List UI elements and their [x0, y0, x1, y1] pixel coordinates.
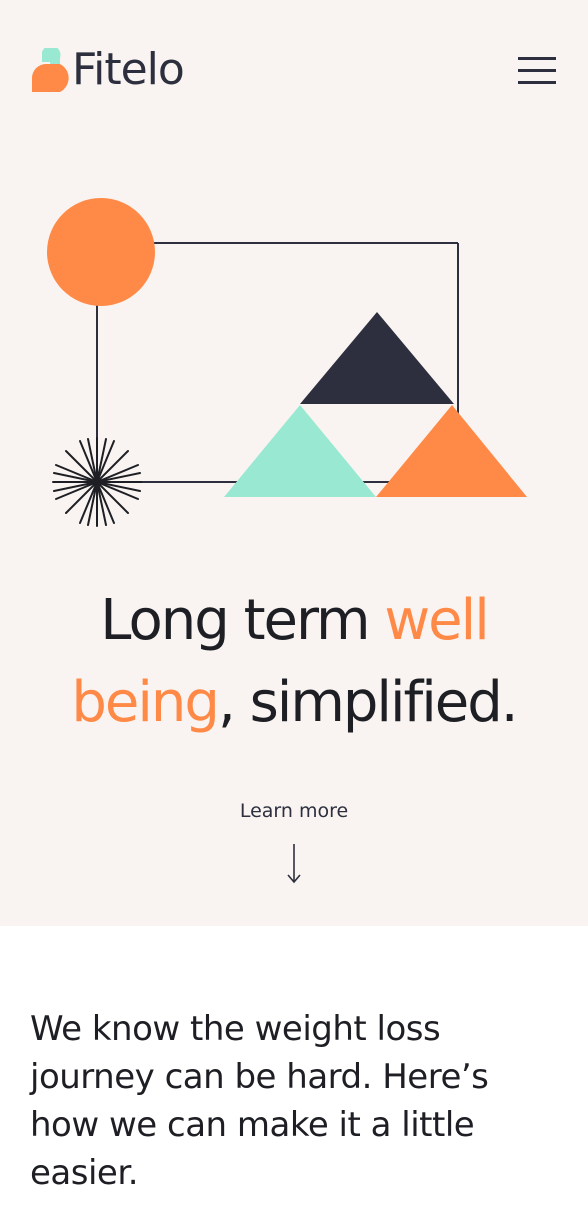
brand-name: Fitelo	[72, 44, 185, 95]
arrow-down-icon	[287, 844, 301, 884]
intro-paragraph: We know the weight loss journey can be h…	[30, 1009, 489, 1193]
hero-headline: Long term well being, simplified.	[71, 588, 518, 735]
hamburger-menu-icon	[518, 57, 556, 60]
hero-illustration	[47, 198, 527, 527]
menu-button[interactable]	[512, 52, 558, 88]
navy-triangle-shape	[300, 312, 454, 404]
learn-more-link[interactable]: Learn more	[194, 800, 394, 886]
brand-logo[interactable]: Fitelo	[30, 44, 185, 96]
orange-circle-shape	[47, 198, 155, 306]
headline-accent-well: well	[384, 588, 489, 653]
starburst-icon	[52, 437, 142, 527]
hero-section: Fitelo Long term well being, simplified.…	[0, 0, 588, 926]
site-header: Fitelo	[0, 0, 588, 140]
headline-accent-being: being	[71, 670, 220, 735]
learn-more-label: Learn more	[239, 800, 349, 822]
mint-triangle-shape	[224, 405, 376, 497]
fitelo-logo-icon	[32, 48, 69, 92]
orange-triangle-shape	[376, 405, 527, 497]
